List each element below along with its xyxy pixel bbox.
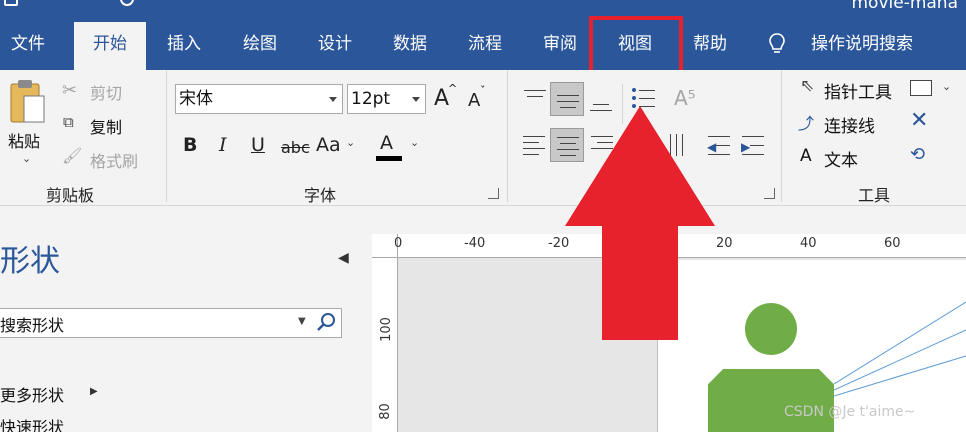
red-arrow-annotation [565, 106, 715, 340]
tab-data[interactable]: 数据 [378, 22, 442, 70]
quick-shapes-item[interactable]: 快速形状 [0, 414, 64, 432]
tab-home[interactable]: 开始 [74, 22, 146, 70]
save-icon[interactable] [4, 0, 18, 6]
shapes-pane-title: 形状 [0, 244, 60, 279]
search-icon[interactable] [316, 312, 336, 332]
chevron-down-icon[interactable]: ⌄ [346, 136, 355, 149]
text-tool-button[interactable]: 文本 [824, 146, 858, 171]
down-caret-icon: ˇ [480, 84, 486, 97]
ribbon-tab-bar: 文件 开始 插入 绘图 设计 数据 流程 审阅 视图 帮助 操作说明搜索 [0, 22, 966, 70]
format-painter-button[interactable]: 格式刷 [90, 148, 138, 172]
copy-icon: ⧉ [63, 113, 74, 131]
group-divider [166, 70, 167, 202]
tab-design[interactable]: 设计 [303, 22, 367, 70]
text-tool-icon: A [800, 146, 812, 166]
chevron-down-icon[interactable]: ▼ [298, 316, 306, 327]
align-left-button[interactable] [518, 128, 552, 162]
chevron-down-icon [412, 97, 420, 102]
paste-dropdown-icon[interactable]: ⌄ [22, 152, 31, 165]
ruler-tick: 40 [800, 236, 817, 251]
title-bar: movie-mana [0, 0, 966, 22]
copy-button[interactable]: 复制 [90, 114, 122, 138]
chevron-down-icon[interactable]: ⌄ [410, 136, 419, 149]
tools-group-label: 工具 [858, 186, 891, 205]
window-title: movie-mana [851, 0, 958, 13]
align-top-button[interactable] [518, 82, 552, 116]
rotate-icon[interactable]: ⟲ [910, 144, 925, 165]
tab-draw[interactable]: 绘图 [228, 22, 292, 70]
person-shape-head[interactable] [745, 303, 797, 355]
italic-button[interactable]: I [219, 134, 227, 156]
paste-icon[interactable] [8, 78, 46, 126]
chevron-right-icon: ▶ [90, 386, 98, 397]
increase-indent-icon[interactable]: ▶ [736, 128, 770, 162]
collapse-pane-icon[interactable]: ◀ [338, 250, 352, 266]
person-shape-body[interactable] [708, 369, 834, 432]
font-color-button[interactable]: A [380, 132, 393, 154]
strikethrough-button[interactable]: abc [281, 138, 310, 157]
group-divider [507, 70, 508, 202]
group-divider [781, 70, 782, 202]
tab-help[interactable]: 帮助 [678, 22, 742, 70]
grow-font-button[interactable]: A [434, 86, 449, 111]
font-group-label: 字体 [304, 186, 337, 205]
close-icon[interactable]: ✕ [910, 108, 928, 133]
ribbon: 粘贴 ⌄ ✂ 剪切 ⧉ 复制 🖌 格式刷 剪贴板 宋体 12pt A ^ A ˇ… [0, 70, 966, 206]
chevron-down-icon [329, 97, 337, 102]
search-shapes-placeholder: 搜索形状 [0, 316, 65, 335]
ruler-tick: 0 [394, 236, 403, 251]
cut-button[interactable]: 剪切 [90, 80, 122, 104]
scissors-icon: ✂ [62, 80, 78, 101]
connector-lines[interactable] [834, 290, 966, 410]
chevron-down-icon[interactable]: ⌄ [942, 80, 951, 93]
tab-insert[interactable]: 插入 [152, 22, 216, 70]
ruler-tick: -40 [464, 236, 486, 251]
pointer-tool-button[interactable]: 指针工具 [824, 78, 892, 103]
connector-icon: ⤴ [798, 114, 815, 133]
underline-button[interactable]: U [251, 134, 265, 156]
redo-icon[interactable] [120, 0, 134, 6]
ruler-tick: 60 [884, 236, 901, 251]
rectangle-shape-icon[interactable] [910, 80, 932, 96]
font-color-swatch [376, 156, 402, 161]
paragraph-launcher-icon[interactable] [764, 188, 775, 199]
change-case-button[interactable]: Aa [316, 134, 341, 156]
tab-review[interactable]: 审阅 [528, 22, 592, 70]
pointer-icon: ⇖ [800, 76, 815, 96]
clipboard-group-label: 剪贴板 [46, 186, 95, 205]
ruler-tick: 100 [378, 317, 394, 342]
ruler-tick: 80 [377, 403, 393, 420]
font-family-select[interactable]: 宋体 [175, 84, 343, 114]
lightbulb-icon [769, 33, 785, 53]
more-shapes-item[interactable]: 更多形状 [0, 382, 64, 406]
bold-button[interactable]: B [183, 134, 197, 156]
brush-icon: 🖌 [62, 146, 83, 165]
tab-process[interactable]: 流程 [453, 22, 517, 70]
view-tab-highlight [589, 16, 683, 76]
up-caret-icon: ^ [448, 82, 458, 95]
tab-file[interactable]: 文件 [0, 22, 56, 70]
shrink-font-button[interactable]: A [468, 90, 480, 111]
connector-tool-button[interactable]: 连接线 [824, 112, 875, 137]
font-size-select[interactable]: 12pt [347, 84, 426, 114]
watermark: CSDN @Je t'aime~ [784, 404, 916, 420]
font-launcher-icon[interactable] [488, 188, 499, 199]
paste-button[interactable]: 粘贴 [8, 128, 40, 152]
tell-me-search[interactable]: 操作说明搜索 [800, 22, 924, 70]
